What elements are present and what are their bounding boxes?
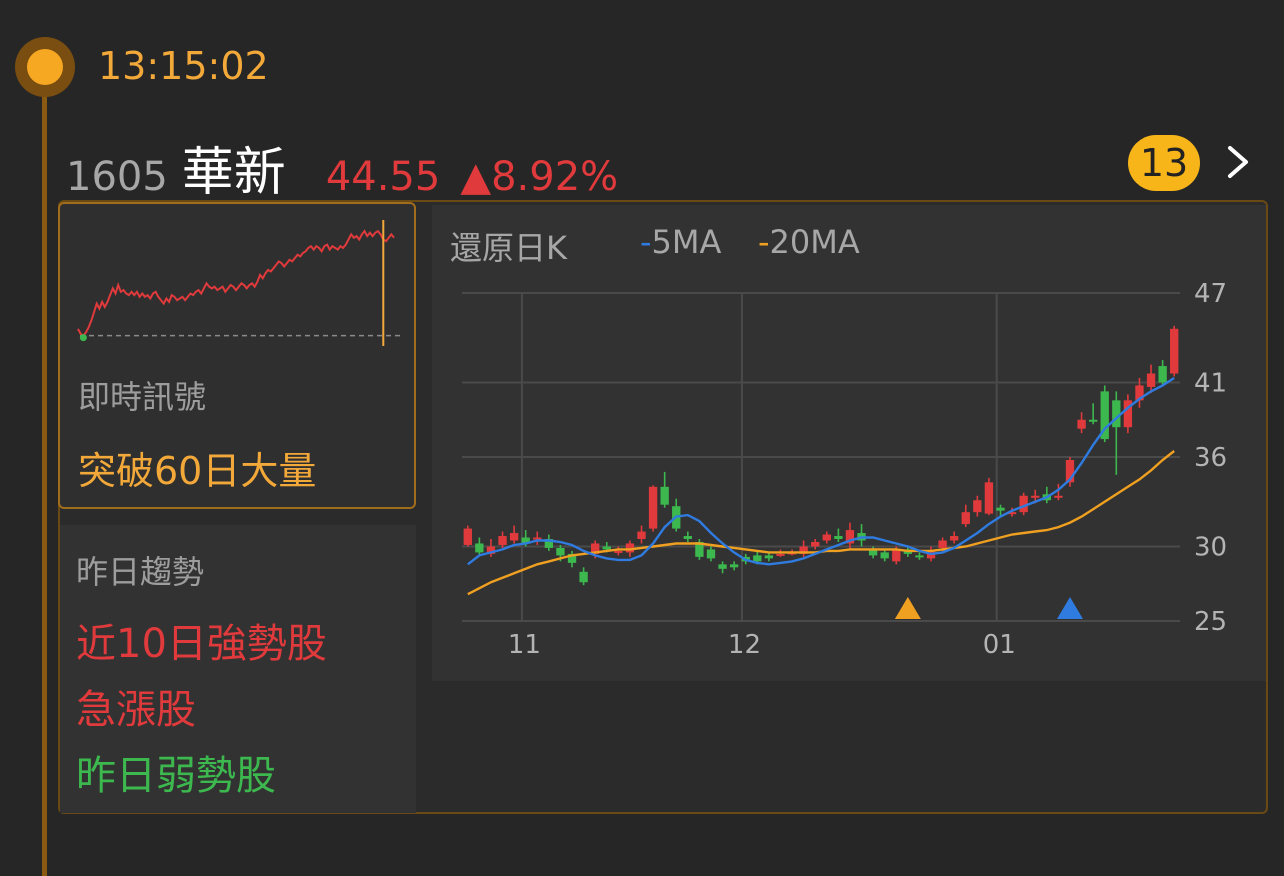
x-tick-label: 01	[983, 630, 1016, 660]
candle	[648, 486, 658, 529]
y-tick-label: 36	[1194, 443, 1227, 473]
timeline-time: 13:15:02	[98, 44, 269, 88]
trend-item: 昨日弱勢股	[76, 753, 276, 799]
candle	[602, 546, 611, 550]
candle	[1077, 419, 1086, 429]
candle	[683, 536, 692, 539]
kline-chart-panel[interactable]: 還原日K -5MA -20MA 47 41 36 30 25 11 12 01	[432, 205, 1266, 681]
candle	[718, 564, 727, 569]
candle	[753, 555, 762, 562]
candle	[637, 531, 646, 539]
triangle-up-icon	[894, 597, 921, 619]
y-tick-label: 25	[1194, 607, 1227, 637]
intraday-mini-chart	[77, 220, 400, 346]
stock-name: 華新	[181, 143, 286, 203]
y-tick-label: 47	[1194, 279, 1227, 309]
candle	[973, 500, 982, 513]
stock-change: ▲8.92%	[460, 154, 619, 200]
trend-label: 昨日趨勢	[76, 553, 205, 591]
candle	[509, 533, 519, 541]
trend-item: 急漲股	[76, 687, 196, 733]
y-tick-label: 41	[1194, 368, 1227, 398]
triangle-up-icon	[1056, 597, 1083, 619]
candle	[614, 550, 623, 553]
candle	[811, 541, 820, 547]
x-tick-label: 12	[728, 630, 761, 660]
signal-value: 突破60日大量	[78, 449, 317, 493]
candle	[533, 537, 542, 540]
timeline-line	[42, 60, 47, 876]
candle	[1146, 373, 1156, 387]
count-badge[interactable]: 13	[1128, 135, 1200, 191]
candle	[915, 555, 924, 558]
candle	[938, 540, 947, 548]
candle	[463, 528, 472, 545]
candle	[764, 555, 774, 559]
candle	[556, 547, 565, 556]
candle	[996, 507, 1005, 511]
stock-code: 1605	[66, 154, 168, 200]
candle	[498, 536, 507, 545]
candle	[706, 549, 716, 559]
x-tick-label: 11	[508, 630, 541, 660]
candle	[1031, 495, 1040, 498]
trend-item: 近10日強勢股	[76, 621, 327, 667]
candle	[961, 512, 970, 525]
candle	[950, 536, 959, 541]
candle	[822, 534, 831, 541]
signal-label: 即時訊號	[78, 378, 207, 416]
open-dot	[79, 334, 87, 342]
kline-chart: 47 41 36 30 25 11 12 01	[462, 279, 1227, 660]
candle	[1088, 419, 1098, 422]
candle	[1170, 328, 1179, 374]
timeline-dot-icon	[15, 37, 75, 97]
candle	[729, 564, 739, 568]
stock-price: 44.55	[325, 154, 441, 200]
realtime-signal-box[interactable]: 即時訊號 突破60日大量	[58, 202, 416, 509]
trend-box: 昨日趨勢 近10日強勢股 急漲股 昨日弱勢股	[60, 525, 416, 813]
stock-header[interactable]: 1605 華新 44.55 ▲8.92%	[66, 130, 618, 203]
candle	[776, 553, 785, 556]
candle	[579, 571, 588, 583]
candle	[892, 549, 901, 562]
candle	[1054, 495, 1063, 498]
price-line	[77, 229, 395, 337]
y-tick-label: 30	[1194, 532, 1227, 562]
candle	[834, 536, 843, 539]
candle	[1158, 366, 1167, 383]
candle	[880, 552, 889, 559]
candle	[475, 543, 484, 553]
chevron-right-icon[interactable]	[1220, 136, 1260, 188]
candle	[1112, 400, 1121, 428]
candle	[660, 486, 669, 505]
candle	[984, 482, 994, 514]
